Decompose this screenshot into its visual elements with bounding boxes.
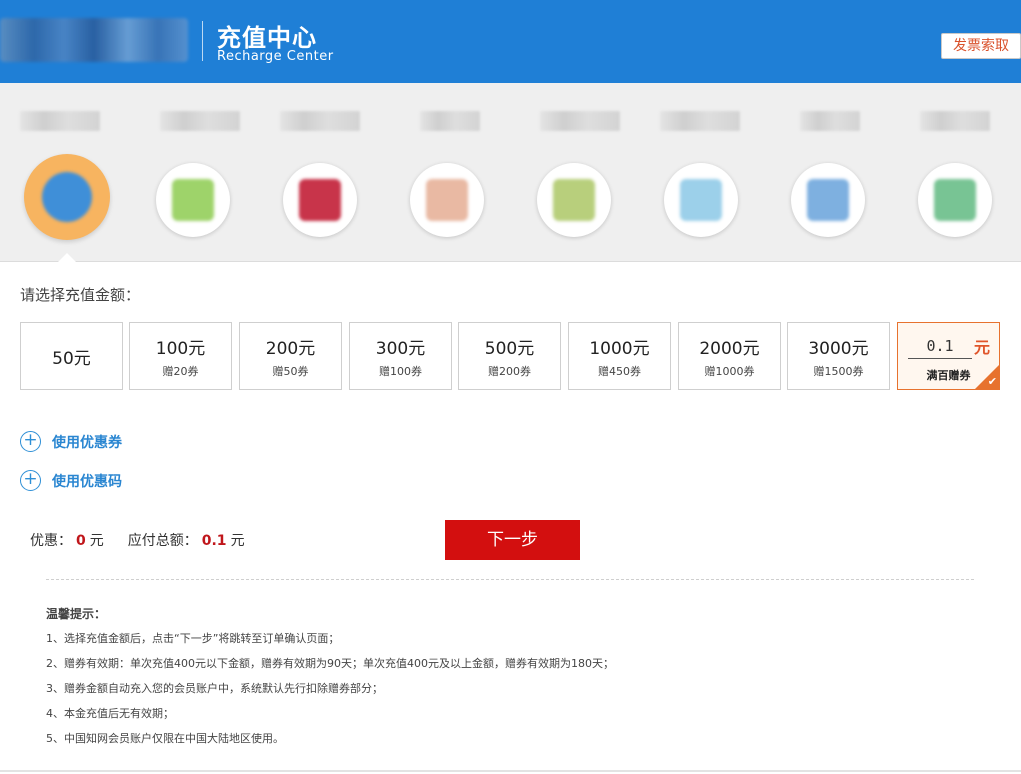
category-tab-5[interactable]: [537, 163, 611, 237]
amount-option-300[interactable]: 300元 赠100券: [349, 322, 452, 390]
section-divider: [46, 579, 974, 580]
tip-item: 1、选择充值金额后，点击“下一步”将跳转至订单确认页面；: [46, 632, 340, 645]
category-label-3: [280, 111, 360, 131]
amount-gift: 赠200券: [488, 365, 531, 378]
tip-item: 5、中国知网会员账户仅限在中国大陆地区使用。: [46, 732, 284, 745]
custom-amount-unit: 元: [974, 338, 991, 357]
tip-item: 4、本金充值后无有效期；: [46, 707, 174, 720]
category-tab-2[interactable]: [156, 163, 230, 237]
tip-item: 3、赠券金额自动充入您的会员账户中，系统默认先行扣除赠券部分；: [46, 682, 383, 695]
amount-gift: 赠1000券: [704, 365, 755, 378]
amount-option-200[interactable]: 200元 赠50券: [239, 322, 342, 390]
amount-value: 300元: [375, 339, 426, 359]
amount-value: 50元: [52, 349, 91, 369]
use-coupon-label: 使用优惠券: [52, 435, 122, 451]
category-tab-6[interactable]: [664, 163, 738, 237]
checkmark-icon: ✔: [987, 375, 997, 388]
category-band: [0, 83, 1021, 262]
amount-option-500[interactable]: 500元 赠200券: [458, 322, 561, 390]
category-tab-4[interactable]: [410, 163, 484, 237]
category-tab-1[interactable]: [24, 154, 110, 240]
amount-option-50[interactable]: 50元: [20, 322, 123, 390]
category-label-2: [160, 111, 240, 131]
use-promo-code-label: 使用优惠码: [52, 474, 122, 490]
amount-option-100[interactable]: 100元 赠20券: [129, 322, 232, 390]
page-subtitle: Recharge Center: [217, 49, 334, 64]
order-totals: 优惠： 0 元应付总额： 0.1 元: [30, 530, 245, 550]
use-promo-code-toggle[interactable]: + 使用优惠码: [20, 470, 130, 492]
category-label-7: [800, 111, 860, 131]
amount-value: 500元: [484, 339, 535, 359]
header-divider: [202, 21, 203, 61]
chat-bubble-icon: [172, 179, 214, 221]
book-icon: [680, 179, 722, 221]
amount-gift: 赠450券: [598, 365, 641, 378]
category-tab-3[interactable]: [283, 163, 357, 237]
globe-icon: [42, 172, 92, 222]
category-label-5: [540, 111, 620, 131]
leaf-icon: [934, 179, 976, 221]
tips-title: 温馨提示：: [46, 607, 107, 621]
amount-value: 2000元: [699, 339, 760, 359]
amount-value: 3000元: [808, 339, 869, 359]
amount-value: 100元: [155, 339, 206, 359]
total-value: 0.1: [201, 533, 227, 549]
amount-option-3000[interactable]: 3000元 赠1500券: [787, 322, 890, 390]
plus-circle-icon: +: [20, 431, 41, 452]
next-step-button[interactable]: 下一步: [445, 520, 580, 560]
amount-option-custom[interactable]: 元 满百赠券 ✔: [897, 322, 1000, 390]
category-label-8: [920, 111, 990, 131]
site-logo[interactable]: [0, 18, 188, 62]
custom-amount-input[interactable]: [908, 333, 972, 359]
category-label-4: [420, 111, 480, 131]
card-icon: [299, 179, 341, 221]
category-tab-8[interactable]: [918, 163, 992, 237]
plus-circle-icon: +: [20, 470, 41, 491]
total-label: 应付总额：: [127, 533, 198, 549]
amount-gift: 赠50券: [272, 365, 309, 378]
gift-icon: [553, 179, 595, 221]
tablet-icon: [807, 179, 849, 221]
amount-gift: 赠100券: [379, 365, 422, 378]
header-bar: 充值中心 Recharge Center 发票索取: [0, 0, 1021, 83]
use-coupon-toggle[interactable]: + 使用优惠券: [20, 431, 130, 453]
category-tab-7[interactable]: [791, 163, 865, 237]
amount-value: 200元: [265, 339, 316, 359]
category-label-1: [20, 111, 100, 131]
footer-divider: [0, 770, 1021, 772]
tip-item: 2、赠券有效期：单次充值400元以下金额，赠券有效期为90天；单次充值400元及…: [46, 657, 614, 670]
active-category-caret: [58, 253, 76, 262]
amount-gift: 赠20券: [162, 365, 199, 378]
discount-unit: 元: [89, 533, 104, 549]
page-title: 充值中心: [217, 24, 317, 52]
amount-option-1000[interactable]: 1000元 赠450券: [568, 322, 671, 390]
discount-label: 优惠：: [30, 533, 72, 549]
invoice-request-button[interactable]: 发票索取: [941, 33, 1021, 59]
amount-section-title: 请选择充值金额：: [20, 286, 141, 304]
amount-gift: 赠1500券: [813, 365, 864, 378]
amount-option-2000[interactable]: 2000元 赠1000券: [678, 322, 781, 390]
total-unit: 元: [230, 533, 245, 549]
discount-value: 0: [76, 533, 86, 549]
box-icon: [426, 179, 468, 221]
amount-value: 1000元: [589, 339, 650, 359]
category-label-6: [660, 111, 740, 131]
